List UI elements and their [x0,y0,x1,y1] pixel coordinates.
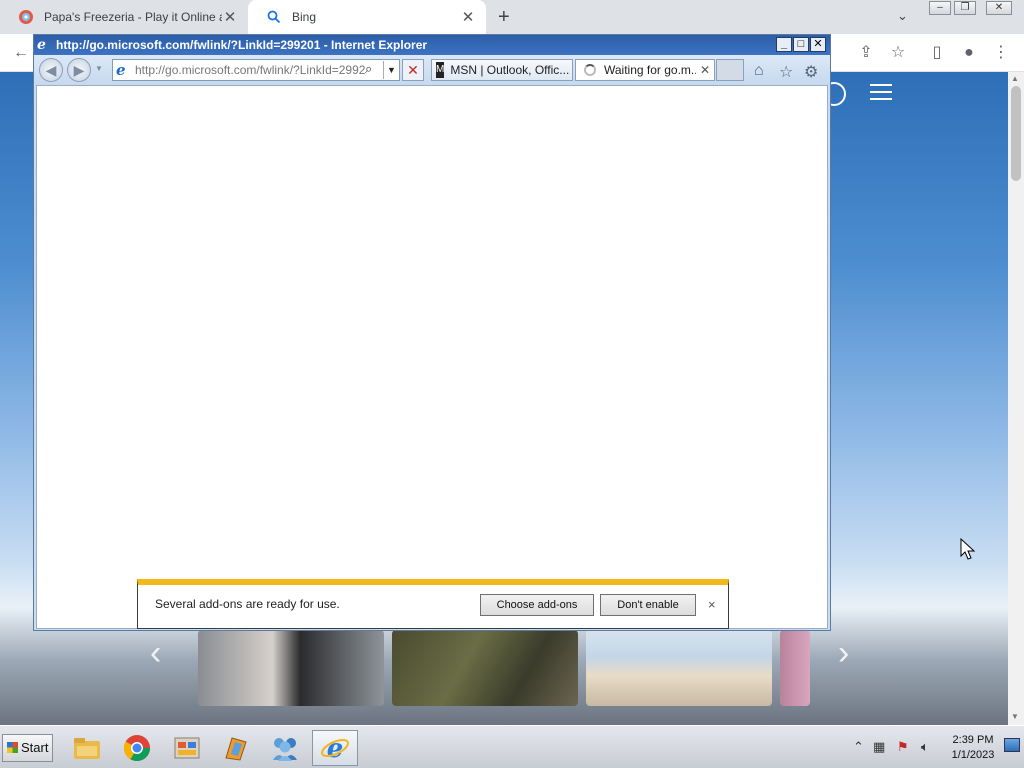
chrome-tab-bing[interactable]: Bing ✕ [248,0,486,34]
new-tab-button[interactable]: + [498,6,510,29]
tab-title: Waiting for go.m... [604,63,696,77]
internet-explorer-taskbar-icon[interactable]: e [312,730,358,766]
chrome-tab-strip: Papa's Freezeria - Play it Online at C ✕… [0,0,1024,34]
ie-address-bar[interactable]: e http://go.microsoft.com/fwlink/?LinkId… [112,59,400,81]
ie-title-bar[interactable]: e http://go.microsoft.com/fwlink/?LinkId… [34,35,830,55]
news-thumbnail[interactable] [392,630,578,706]
start-label: Start [21,740,49,755]
address-input[interactable]: http://go.microsoft.com/fwlink/?LinkId=2… [135,63,365,77]
ie-tab-loading[interactable]: Waiting for go.m... ✕ [575,59,715,81]
addons-notification-bar: Several add-ons are ready for use. Choos… [137,579,729,629]
volume-icon[interactable]: 🔈︎ [921,739,929,755]
notification-message: Several add-ons are ready for use. [155,597,340,611]
bookmark-star-icon[interactable]: ☆ [887,42,909,64]
restore-button[interactable]: ❐ [954,1,976,15]
share-icon[interactable]: ⇪ [855,42,877,64]
close-tab-icon[interactable]: ✕ [700,63,710,77]
ie-tab-msn[interactable]: M MSN | Outlook, Offic... [431,59,573,81]
chrome-taskbar-icon[interactable] [114,730,160,766]
show-desktop-button[interactable] [1004,738,1020,752]
users-taskbar-icon[interactable] [262,730,308,766]
loading-spinner-icon [584,64,596,76]
game-favicon [18,9,34,25]
address-dropdown-icon[interactable]: ▼ [383,61,399,79]
ie-forward-button[interactable]: ▶ [67,58,91,82]
tab-title: Papa's Freezeria - Play it Online at C [44,10,222,24]
stop-loading-button[interactable]: ✕ [402,59,424,81]
back-arrow-icon[interactable]: ← [10,42,32,64]
ie-close-button[interactable]: ✕ [810,37,826,52]
search-icon[interactable]: ⌕ [365,61,372,77]
ie-logo-icon: e [37,37,46,53]
favorites-star-icon[interactable]: ☆ [779,62,793,82]
clock-time: 2:39 PM [952,734,994,746]
mouse-cursor-icon [960,538,976,560]
clock-date: 1/1/2023 [951,749,995,761]
network-icon[interactable]: ▦ [873,739,885,755]
control-panel-taskbar-icon[interactable] [164,730,210,766]
profile-avatar-icon[interactable]: ● [958,42,980,64]
ie-maximize-button[interactable]: □ [793,37,809,52]
media-taskbar-icon[interactable] [212,730,258,766]
internet-explorer-window: e http://go.microsoft.com/fwlink/?LinkId… [33,34,831,631]
dont-enable-button[interactable]: Don't enable [600,594,696,616]
svg-text:e: e [327,734,344,763]
tab-title: Bing [292,10,317,24]
tools-gear-icon[interactable]: ⚙ [804,62,818,82]
ie-new-tab-button[interactable] [716,59,744,81]
windows-logo-icon [7,742,18,753]
scrollbar-thumb[interactable] [1011,86,1021,181]
carousel-prev-icon[interactable]: ‹ [150,634,161,673]
hamburger-menu-icon[interactable] [870,84,892,100]
ie-minimize-button[interactable]: _ [776,37,792,52]
show-hidden-icons-icon[interactable]: ⌃ [853,739,864,755]
tab-search-button[interactable]: ⌄ [897,8,908,24]
msn-icon: M [436,62,445,78]
minimize-button[interactable]: – [929,1,951,15]
ie-page-icon: e [116,61,126,79]
scroll-up-icon[interactable]: ▲ [1011,74,1019,83]
carousel-next-icon[interactable]: › [838,634,849,673]
side-panel-icon[interactable]: ▯ [926,42,948,64]
ie-page-content [36,85,828,629]
recent-pages-dropdown-icon[interactable]: ▼ [95,64,103,73]
more-menu-icon[interactable]: ⋮ [990,42,1012,64]
explorer-taskbar-icon[interactable] [64,730,110,766]
news-thumbnail[interactable] [586,630,772,706]
tab-title: MSN | Outlook, Offic... [450,63,570,77]
scroll-down-icon[interactable]: ▼ [1011,712,1019,721]
windows-taskbar: Start e ⌃ ▦ ⚑ 🔈︎ 2:39 PM 1/1/2023 [0,725,1024,768]
news-thumbnail[interactable] [198,630,384,706]
window-title: http://go.microsoft.com/fwlink/?LinkId=2… [56,38,428,52]
close-window-button[interactable]: ✕ [986,1,1012,15]
close-tab-icon[interactable]: ✕ [222,8,238,26]
action-center-flag-icon[interactable]: ⚑ [897,739,909,755]
chrome-tab-papas-freezeria[interactable]: Papa's Freezeria - Play it Online at C ✕ [0,0,248,34]
search-icon [266,9,282,25]
start-button[interactable]: Start [2,734,53,762]
news-thumbnail[interactable] [780,630,810,706]
close-icon[interactable]: × [708,597,716,612]
close-tab-icon[interactable]: ✕ [460,8,476,26]
clock[interactable]: 2:39 PM 1/1/2023 [946,733,1000,763]
ie-navigation-bar: ◀ ▶ ▼ e http://go.microsoft.com/fwlink/?… [34,55,830,85]
choose-addons-button[interactable]: Choose add-ons [480,594,594,616]
home-icon[interactable]: ⌂ [754,62,764,80]
ie-back-button[interactable]: ◀ [39,58,63,82]
